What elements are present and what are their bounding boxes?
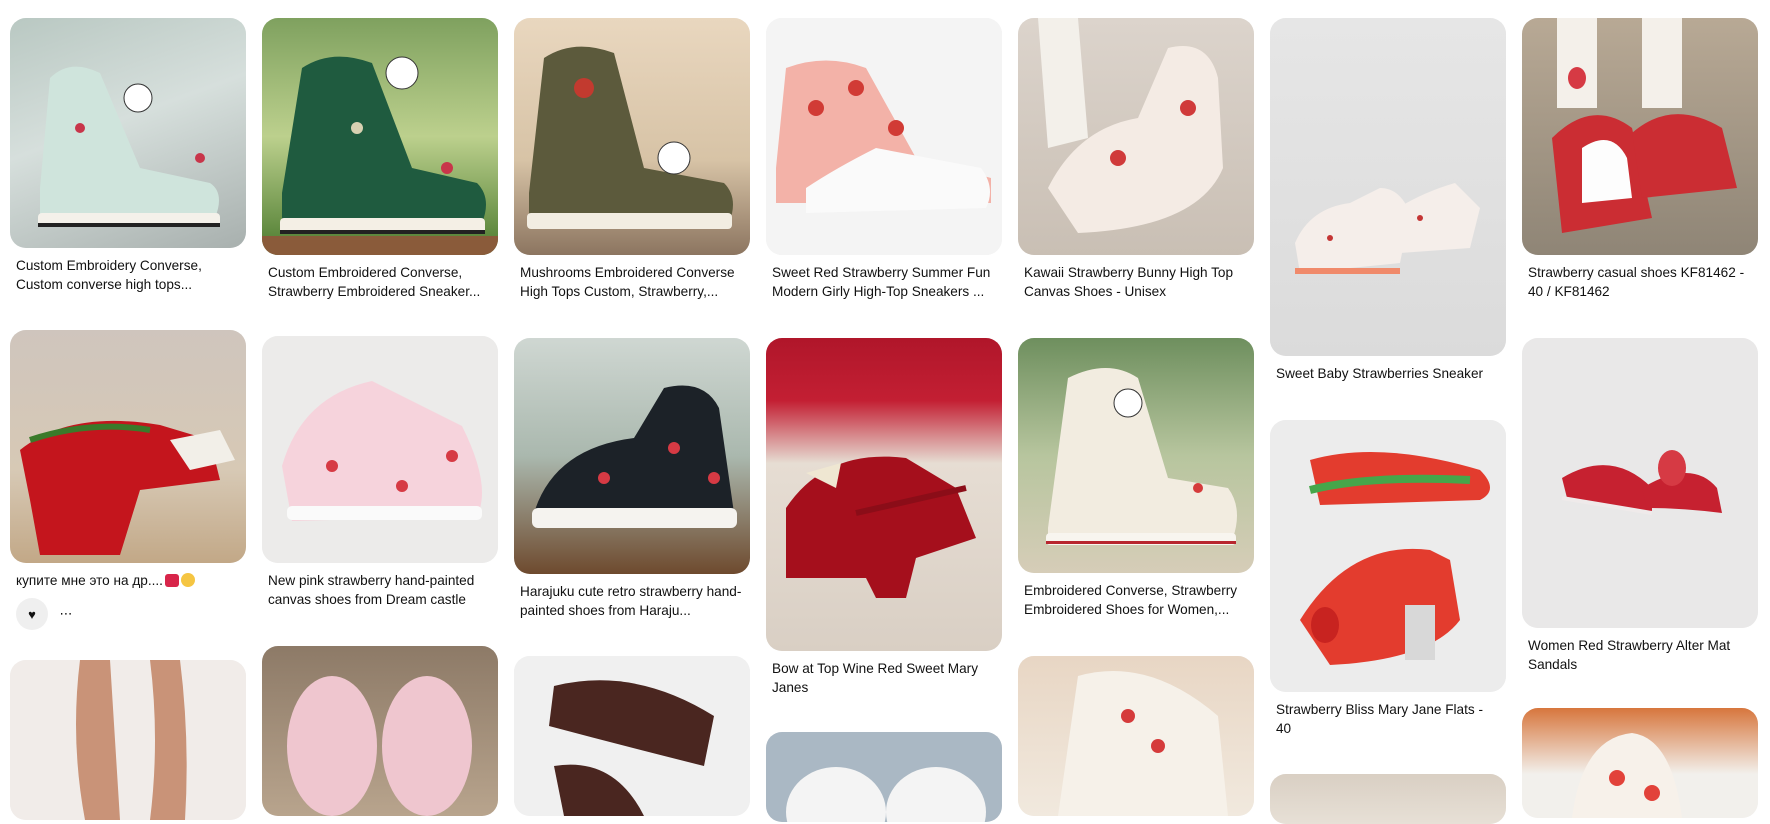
pin-caption: купите мне это на др.... (16, 571, 240, 590)
pin-caption: Sweet Baby Strawberries Sneaker (1276, 366, 1484, 381)
sneaker-illustration (776, 60, 991, 213)
heart-emoji-icon (164, 574, 179, 587)
pin-card[interactable] (10, 660, 246, 820)
pin-card[interactable] (1522, 708, 1758, 818)
sneaker-illustration (1572, 733, 1682, 818)
pin-card[interactable]: Sweet Red Strawberry Summer Fun Modern G… (766, 18, 1002, 301)
mary-jane-illustration (786, 456, 976, 598)
pin-image[interactable] (1018, 656, 1254, 816)
pin-image[interactable] (262, 18, 498, 255)
pin-card[interactable]: Custom Embroidered Converse, Strawberry … (262, 18, 498, 301)
pin-card[interactable] (766, 732, 1002, 822)
sneaker-illustration (532, 385, 737, 528)
sandal-illustration (1561, 450, 1722, 515)
pin-caption: Sweet Red Strawberry Summer Fun Modern G… (772, 265, 991, 299)
pin-image[interactable] (10, 330, 246, 563)
sneaker-illustration (786, 767, 986, 822)
sneaker-illustration (1058, 671, 1228, 816)
pin-card[interactable]: Harajuku cute retro strawberry hand-pain… (514, 338, 750, 620)
pin-card[interactable] (1270, 774, 1506, 824)
pin-image[interactable] (766, 732, 1002, 822)
pin-card[interactable]: Bow at Top Wine Red Sweet Mary Janes (766, 338, 1002, 697)
pin-image[interactable] (514, 18, 750, 255)
shoe-illustration (20, 420, 235, 555)
pin-caption: Harajuku cute retro strawberry hand-pain… (520, 584, 742, 618)
pin-image[interactable] (766, 18, 1002, 255)
pin-card[interactable]: Kawaii Strawberry Bunny High Top Canvas … (1018, 18, 1254, 301)
pin-caption: Embroidered Converse, Strawberry Embroid… (1024, 583, 1238, 617)
sneaker-illustration (527, 46, 733, 229)
pin-image[interactable] (514, 338, 750, 574)
pin-image[interactable] (1522, 18, 1758, 255)
pin-card[interactable] (514, 656, 750, 816)
sneaker-illustration (1552, 18, 1737, 233)
mary-jane-illustration (1300, 452, 1490, 665)
pin-caption: New pink strawberry hand-painted canvas … (268, 573, 475, 607)
pin-image[interactable] (262, 646, 498, 816)
pin-image[interactable] (1270, 18, 1506, 356)
sneaker-illustration (1046, 368, 1237, 545)
pin-card[interactable]: купите мне это на др.... ♥ ⋯ (10, 330, 246, 630)
pin-image[interactable] (766, 338, 1002, 651)
pin-card[interactable]: Strawberry casual shoes KF81462 - 40 / K… (1522, 18, 1758, 301)
pin-image[interactable] (1522, 338, 1758, 628)
pin-image[interactable] (1018, 338, 1254, 573)
pin-card[interactable]: Strawberry Bliss Mary Jane Flats - 40 (1270, 420, 1506, 738)
pin-caption: Custom Embroidered Converse, Strawberry … (268, 265, 481, 299)
pin-image[interactable] (1270, 774, 1506, 824)
heart-reaction-icon[interactable]: ♥ (16, 598, 48, 630)
sneaker-illustration (262, 56, 498, 255)
pin-card[interactable] (1018, 656, 1254, 816)
sneaker-illustration (287, 676, 472, 816)
pin-caption: Kawaii Strawberry Bunny High Top Canvas … (1024, 265, 1234, 299)
sneaker-illustration (38, 66, 220, 227)
pin-card[interactable] (262, 646, 498, 816)
pin-image[interactable] (514, 656, 750, 816)
more-icon[interactable]: ⋯ (56, 598, 76, 630)
sneaker-illustration (282, 381, 482, 521)
pin-caption: Bow at Top Wine Red Sweet Mary Janes (772, 661, 979, 695)
pin-image[interactable] (1270, 420, 1506, 692)
pin-card[interactable]: Women Red Strawberry Alter Mat Sandals (1522, 338, 1758, 674)
sneaker-illustration (1295, 183, 1480, 274)
pin-caption: Mushrooms Embroidered Converse High Tops… (520, 265, 735, 299)
pin-image[interactable] (10, 660, 246, 820)
legs-illustration (76, 660, 187, 820)
pin-card[interactable]: Sweet Baby Strawberries Sneaker (1270, 18, 1506, 383)
slip-on-illustration (549, 680, 714, 816)
pin-caption: Strawberry Bliss Mary Jane Flats - 40 (1276, 702, 1483, 736)
pin-caption: Strawberry casual shoes KF81462 - 40 / K… (1528, 265, 1745, 299)
pin-card[interactable]: Embroidered Converse, Strawberry Embroid… (1018, 338, 1254, 619)
pin-image[interactable] (1522, 708, 1758, 818)
pin-caption: Custom Embroidery Converse, Custom conve… (16, 258, 202, 292)
crying-face-emoji-icon (180, 573, 195, 587)
pin-image[interactable] (262, 336, 498, 563)
pin-card[interactable]: New pink strawberry hand-painted canvas … (262, 336, 498, 609)
pin-image[interactable] (10, 18, 246, 248)
pin-card[interactable]: Custom Embroidery Converse, Custom conve… (10, 18, 246, 294)
pin-caption: Women Red Strawberry Alter Mat Sandals (1528, 638, 1731, 672)
pin-image[interactable] (1018, 18, 1254, 255)
sneaker-illustration (1038, 18, 1223, 233)
pin-card[interactable]: Mushrooms Embroidered Converse High Tops… (514, 18, 750, 301)
